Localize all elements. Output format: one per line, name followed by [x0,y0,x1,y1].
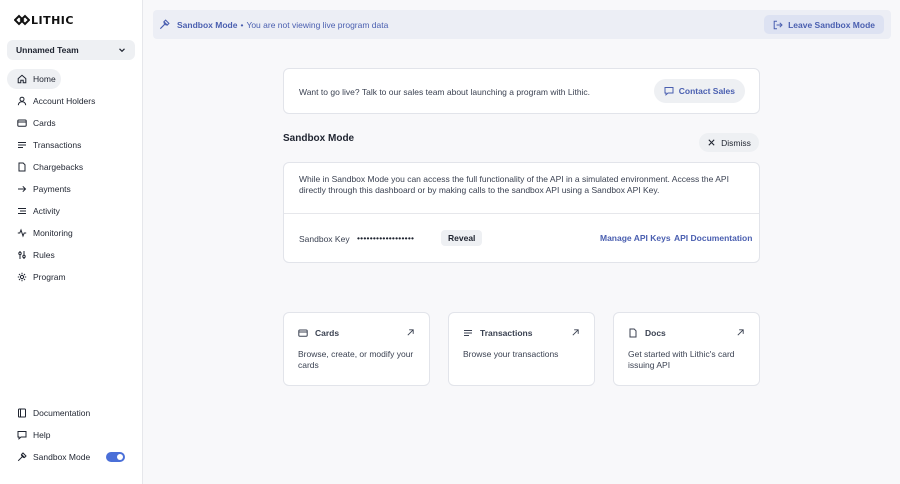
sidebar-item-label: Chargebacks [33,162,84,172]
quick-link-title: Cards [315,328,340,338]
reveal-key-button[interactable]: Reveal [441,230,483,246]
sandbox-banner: Sandbox Mode • You are not viewing live … [153,10,891,39]
sidebar-item-activity[interactable]: Activity [7,201,135,221]
divider [284,213,759,214]
team-selector[interactable]: Unnamed Team [7,40,135,60]
chevron-down-icon [119,48,125,53]
reveal-label: Reveal [448,233,476,243]
list-icon [16,140,27,151]
chat-icon [16,430,27,441]
rules-icon [16,250,27,261]
close-icon [707,138,716,147]
sidebar-item-home[interactable]: Home [7,69,61,89]
banner-separator: • [240,19,244,30]
document-icon [16,162,27,173]
sidebar-item-label: Activity [33,206,60,216]
logout-icon [773,20,783,30]
sidebar-item-monitoring[interactable]: Monitoring [7,223,135,243]
sandbox-description: While in Sandbox Mode you can access the… [299,174,729,195]
sidebar-item-rules[interactable]: Rules [7,245,135,265]
sidebar-item-label: Rules [33,250,55,260]
flask-icon [16,452,27,463]
team-selector-label: Unnamed Team [16,45,79,55]
card-icon [16,118,27,129]
contact-sales-button[interactable]: Contact Sales [653,79,745,103]
quick-link-header: Docs [628,328,666,338]
list-icon [463,328,473,338]
dismiss-label: Dismiss [721,137,751,148]
flask-icon [159,19,171,31]
manage-api-keys-link[interactable]: Manage API Keys [600,233,671,243]
sidebar: LITHIC Unnamed Team Home Account Holders… [0,0,143,484]
home-icon [16,74,27,85]
contact-sales-label: Contact Sales [678,86,735,96]
quick-link-cards[interactable]: Cards Browse, create, or modify your car… [283,312,430,386]
quick-link-header: Transactions [463,328,532,338]
leave-sandbox-button[interactable]: Leave Sandbox Mode [764,15,884,34]
api-documentation-link[interactable]: API Documentation [674,233,752,243]
sidebar-item-account-holders[interactable]: Account Holders [7,91,135,111]
lithic-logo[interactable]: LITHIC [14,13,74,27]
sidebar-item-label: Documentation [33,408,91,418]
card-icon [298,328,308,338]
sandbox-key-label: Sandbox Key [299,234,350,244]
arrow-right-icon [16,184,27,195]
chat-icon [664,86,674,96]
sandbox-mode-toggle[interactable] [106,452,125,462]
quick-link-description: Browse, create, or modify your cards [298,349,414,370]
banner-title: Sandbox Mode [177,19,238,30]
sidebar-item-label: Help [33,430,51,440]
monitoring-icon [16,228,27,239]
gear-icon [16,272,27,283]
sidebar-item-payments[interactable]: Payments [7,179,135,199]
sidebar-item-documentation[interactable]: Documentation [7,403,135,423]
quick-link-header: Cards [298,328,339,338]
activity-icon [16,206,27,217]
sidebar-item-label: Home [33,74,56,84]
sidebar-item-transactions[interactable]: Transactions [7,135,135,155]
dismiss-button[interactable]: Dismiss [699,133,759,152]
go-live-text: Want to go live? Talk to our sales team … [299,87,591,97]
sidebar-item-label: Program [33,272,66,282]
user-icon [16,96,27,107]
leave-sandbox-label: Leave Sandbox Mode [788,19,875,30]
arrow-up-right-icon [406,328,415,337]
sidebar-item-sandbox-mode: Sandbox Mode [7,447,135,467]
sidebar-item-label: Monitoring [33,228,73,238]
sidebar-item-label: Cards [33,118,56,128]
quick-link-transactions[interactable]: Transactions Browse your transactions [448,312,595,386]
arrow-up-right-icon [571,328,580,337]
sandbox-section-title: Sandbox Mode [283,133,355,144]
sidebar-item-program[interactable]: Program [7,267,135,287]
sandbox-card: While in Sandbox Mode you can access the… [283,162,760,263]
sidebar-item-help[interactable]: Help [7,425,135,445]
document-icon [628,328,638,338]
banner-message: You are not viewing live program data [246,19,389,30]
sidebar-item-cards[interactable]: Cards [7,113,135,133]
quick-link-title: Transactions [480,328,533,338]
sidebar-item-label: Transactions [33,140,82,150]
logo-text: LITHIC [31,13,74,27]
quick-link-description: Get started with Lithic's card issuing A… [628,349,735,370]
sidebar-item-label: Payments [33,184,71,194]
quick-link-title: Docs [645,328,666,338]
quick-link-description: Browse your transactions [463,349,559,359]
sidebar-bottom: Documentation Help Sandbox Mode [7,403,135,469]
quick-link-docs[interactable]: Docs Get started with Lithic's card issu… [613,312,760,386]
sidebar-item-chargebacks[interactable]: Chargebacks [7,157,135,177]
sidebar-item-label: Account Holders [33,96,96,106]
book-icon [16,408,27,419]
go-live-card: Want to go live? Talk to our sales team … [283,68,760,114]
arrow-up-right-icon [736,328,745,337]
sidebar-nav: Home Account Holders Cards Transactions … [7,69,135,289]
sidebar-item-label: Sandbox Mode [33,452,91,462]
sandbox-key-value: •••••••••••••••••• [357,233,415,243]
lithic-logo-icon [14,14,30,26]
